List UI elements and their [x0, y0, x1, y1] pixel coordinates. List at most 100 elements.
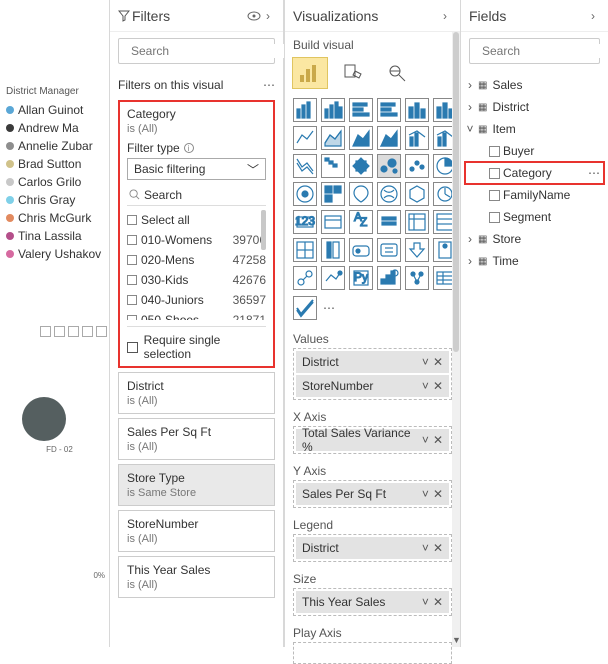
visual-type-icon[interactable]: [377, 154, 401, 178]
chevron-down-icon[interactable]: ˅: [422, 595, 429, 609]
legend-item[interactable]: Chris Gray: [6, 193, 107, 207]
scrollbar-thumb[interactable]: [453, 32, 459, 352]
visual-type-icon[interactable]: [321, 154, 345, 178]
visual-type-icon[interactable]: [405, 210, 429, 234]
checkbox[interactable]: [127, 255, 137, 265]
field-well[interactable]: District˅✕: [293, 534, 452, 562]
visual-type-icon[interactable]: [377, 238, 401, 262]
view-icon[interactable]: [247, 11, 261, 21]
visual-type-icon[interactable]: [377, 266, 401, 290]
remove-icon[interactable]: ✕: [433, 487, 443, 501]
legend-item[interactable]: Brad Sutton: [6, 157, 107, 171]
filter-option[interactable]: 040-Juniors36597: [127, 290, 266, 310]
field-chip[interactable]: District˅✕: [296, 537, 449, 559]
scatter-bubble[interactable]: [22, 397, 66, 441]
visual-type-icon[interactable]: [293, 182, 317, 206]
filter-option[interactable]: Select all: [127, 210, 266, 230]
field-well[interactable]: [293, 642, 452, 664]
visual-header-toolbar[interactable]: [40, 326, 109, 337]
format-visual-tab[interactable]: [337, 58, 371, 88]
visual-type-icon[interactable]: [349, 238, 373, 262]
filter-card[interactable]: Store Typeis Same Store: [118, 464, 275, 506]
visual-type-icon[interactable]: 123: [293, 210, 317, 234]
visual-type-icon[interactable]: [293, 98, 317, 122]
field-well[interactable]: District˅✕StoreNumber˅✕: [293, 348, 452, 400]
chevron-right-icon[interactable]: ›: [465, 254, 475, 268]
table-node[interactable]: ›▦Time: [465, 250, 604, 272]
remove-icon[interactable]: ✕: [433, 355, 443, 369]
legend-item[interactable]: Annelie Zubar: [6, 139, 107, 153]
filter-option[interactable]: 050-Shoes21871: [127, 310, 266, 320]
remove-icon[interactable]: ✕: [433, 595, 443, 609]
visual-type-icon[interactable]: [377, 126, 401, 150]
fields-search[interactable]: [469, 38, 600, 64]
field-node[interactable]: Category⋯: [465, 162, 604, 184]
checkbox[interactable]: [127, 275, 137, 285]
visual-type-icon[interactable]: [321, 98, 345, 122]
visual-type-icon[interactable]: [293, 154, 317, 178]
visual-type-icon[interactable]: [321, 182, 345, 206]
visual-type-icon[interactable]: [405, 98, 429, 122]
checkbox[interactable]: [127, 235, 137, 245]
table-node[interactable]: ›▦Sales: [465, 74, 604, 96]
checkbox[interactable]: [489, 146, 500, 157]
visual-type-icon[interactable]: [321, 126, 345, 150]
build-visual-tab[interactable]: [293, 58, 327, 88]
checkbox[interactable]: [127, 342, 138, 353]
collapse-icon[interactable]: ›: [261, 9, 275, 23]
legend-item[interactable]: Valery Ushakov: [6, 247, 107, 261]
filter-card[interactable]: Districtis (All): [118, 372, 275, 414]
checkbox[interactable]: [127, 215, 137, 225]
filter-option[interactable]: 010-Womens39706: [127, 230, 266, 250]
visual-type-icon[interactable]: [405, 154, 429, 178]
checkbox[interactable]: [127, 295, 137, 305]
field-chip[interactable]: Sales Per Sq Ft˅✕: [296, 483, 449, 505]
field-well[interactable]: Sales Per Sq Ft˅✕: [293, 480, 452, 508]
table-node[interactable]: ˅▦Item: [465, 118, 604, 140]
field-node[interactable]: Segment: [465, 206, 604, 228]
checkbox[interactable]: [489, 168, 500, 179]
filters-search[interactable]: [118, 38, 275, 64]
visual-type-icon[interactable]: [405, 238, 429, 262]
visual-type-icon[interactable]: [349, 98, 373, 122]
more-icon[interactable]: ⋯: [588, 166, 600, 180]
visual-type-icon[interactable]: Py: [349, 266, 373, 290]
checkbox[interactable]: [489, 190, 500, 201]
chevron-down-icon[interactable]: ˅: [422, 487, 429, 501]
collapse-icon[interactable]: ›: [586, 9, 600, 23]
filter-option[interactable]: 020-Mens47258: [127, 250, 266, 270]
visual-type-icon[interactable]: [405, 126, 429, 150]
fields-search-input[interactable]: [482, 44, 608, 58]
table-node[interactable]: ›▦Store: [465, 228, 604, 250]
filter-card-category[interactable]: Category is (All) Filter type i Basic fi…: [118, 100, 275, 368]
visual-type-icon[interactable]: [293, 296, 317, 320]
chevron-right-icon[interactable]: ›: [465, 100, 475, 114]
scroll-down-icon[interactable]: ▼: [452, 635, 460, 645]
filter-card[interactable]: StoreNumberis (All): [118, 510, 275, 552]
field-chip[interactable]: This Year Sales˅✕: [296, 591, 449, 613]
visual-type-icon[interactable]: [293, 266, 317, 290]
info-icon[interactable]: i: [184, 143, 194, 153]
scrollbar-thumb[interactable]: [261, 210, 266, 250]
checkbox[interactable]: [127, 315, 137, 320]
collapse-icon[interactable]: ›: [438, 9, 452, 23]
analytics-tab[interactable]: [381, 58, 415, 88]
visual-type-icon[interactable]: [293, 238, 317, 262]
chevron-down-icon[interactable]: ˅: [422, 355, 429, 369]
field-chip[interactable]: StoreNumber˅✕: [296, 375, 449, 397]
field-well[interactable]: This Year Sales˅✕: [293, 588, 452, 616]
visual-type-icon[interactable]: [349, 182, 373, 206]
remove-icon[interactable]: ✕: [433, 541, 443, 555]
checkbox[interactable]: [489, 212, 500, 223]
visual-type-icon[interactable]: [405, 182, 429, 206]
field-well[interactable]: Total Sales Variance %˅✕: [293, 426, 452, 454]
viz-scrollbar[interactable]: ▲ ▼: [452, 32, 460, 647]
field-chip[interactable]: Total Sales Variance %˅✕: [296, 429, 449, 451]
visual-type-icon[interactable]: [349, 154, 373, 178]
visual-type-icon[interactable]: [349, 126, 373, 150]
visual-type-icon[interactable]: [377, 210, 401, 234]
legend-item[interactable]: Allan Guinot: [6, 103, 107, 117]
more-visuals-icon[interactable]: ⋯: [323, 301, 335, 315]
legend-item[interactable]: Andrew Ma: [6, 121, 107, 135]
legend-item[interactable]: Chris McGurk: [6, 211, 107, 225]
